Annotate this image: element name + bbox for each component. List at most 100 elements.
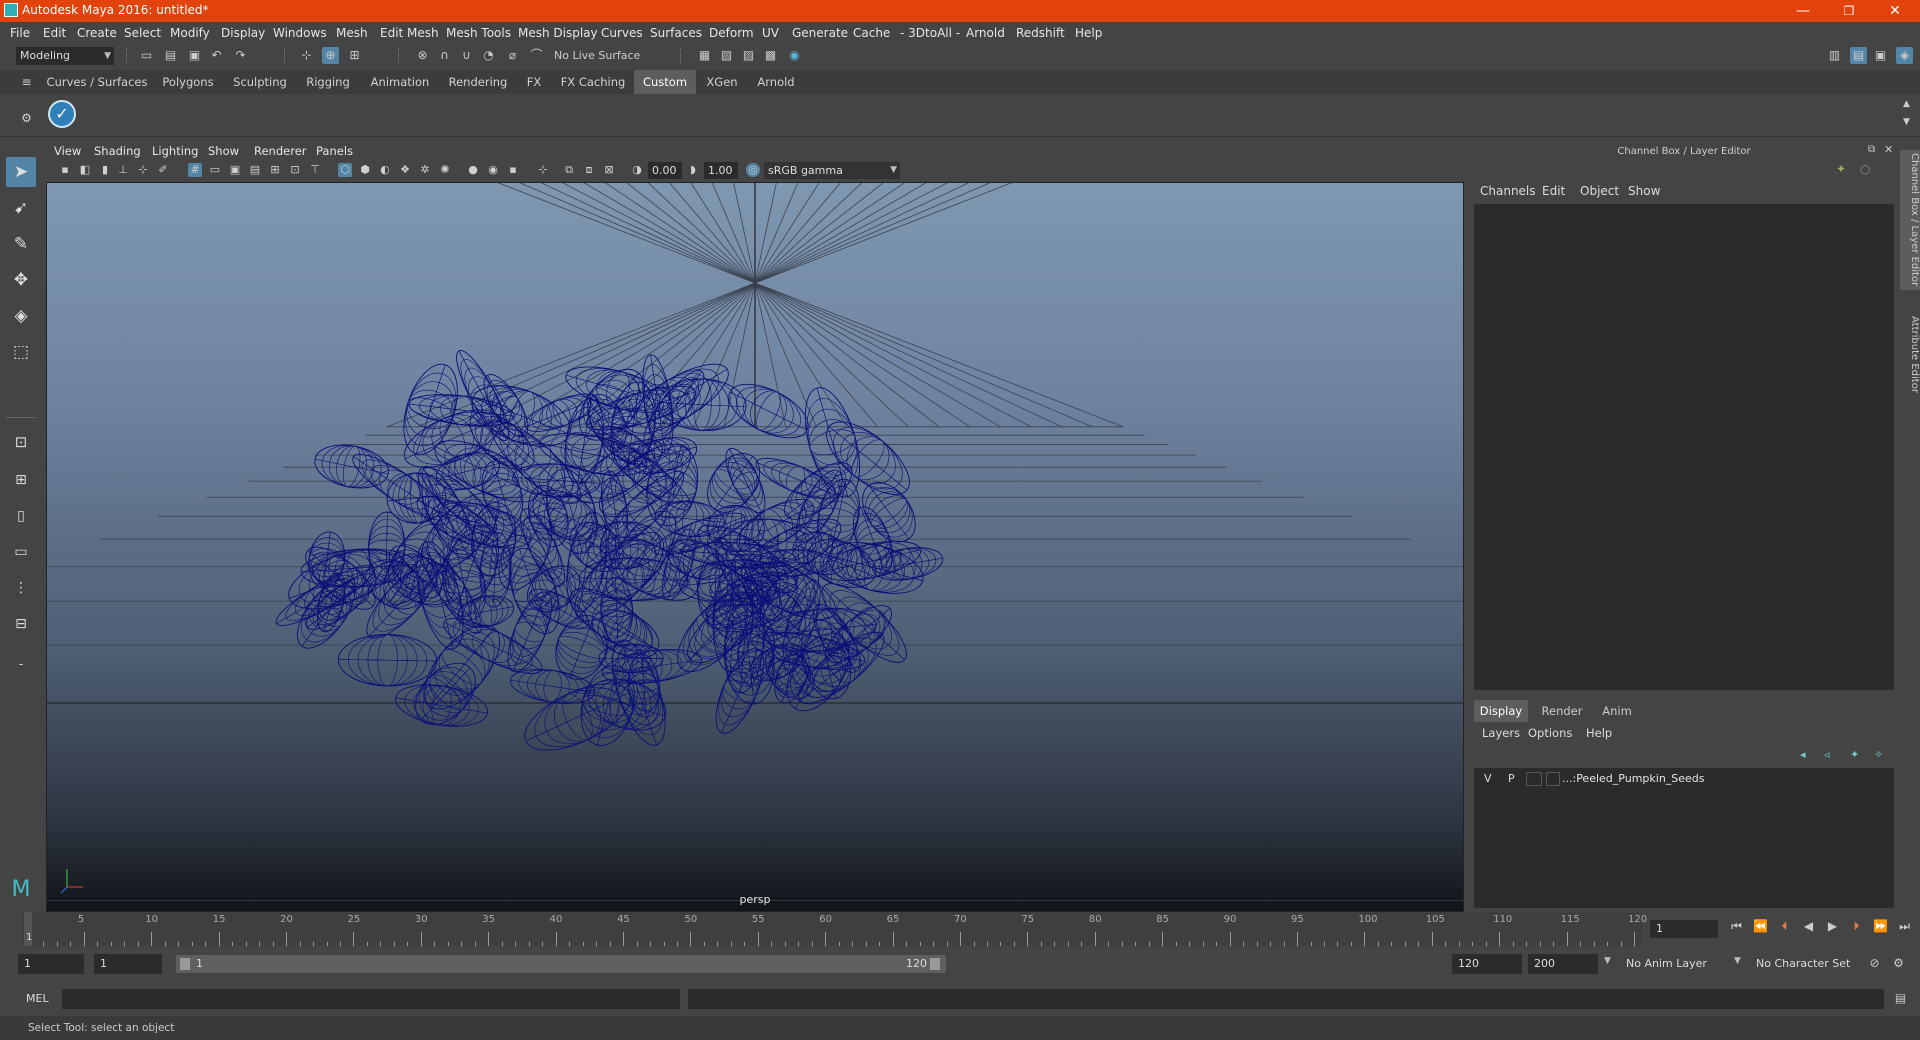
exposure-field[interactable]: 0.00 — [648, 162, 682, 179]
layer-options-menu[interactable]: Options — [1528, 726, 1572, 740]
attribute-editor-toggle-icon[interactable]: ◈ — [1896, 47, 1913, 64]
image-plane-icon[interactable]: ⊥ — [116, 163, 130, 177]
exposure-icon[interactable]: ◑ — [630, 163, 644, 177]
viewport-menu-panels[interactable]: Panels — [316, 144, 353, 158]
render-view-icon[interactable]: ▦ — [696, 47, 713, 64]
save-scene-icon[interactable]: ▣ — [186, 47, 203, 64]
layout-options-icon[interactable]: - — [6, 649, 36, 679]
grid-toggle-icon[interactable]: # — [188, 163, 202, 177]
menu-file[interactable]: File — [10, 26, 30, 40]
select-component-icon[interactable]: ⊞ — [346, 47, 363, 64]
shelf-options-icon[interactable]: ⚙ — [18, 110, 35, 127]
go-to-start-icon[interactable]: ⏮ — [1728, 918, 1745, 935]
menu-display[interactable]: Display — [221, 26, 265, 40]
side-tab-attribute-editor[interactable]: Attribute Editor — [1900, 304, 1920, 404]
menu-mesh-display[interactable]: Mesh Display — [518, 26, 598, 40]
menu-3dtoall[interactable]: - 3DtoAll - — [900, 26, 960, 40]
layer-row[interactable]: V P ...:Peeled_Pumpkin_Seeds — [1474, 770, 1894, 788]
tab-rendering[interactable]: Rendering — [442, 70, 514, 94]
snap-view-icon[interactable]: ◔ — [480, 47, 497, 64]
render-current-icon[interactable]: ▧ — [718, 47, 735, 64]
command-input[interactable] — [62, 989, 680, 1009]
hypershade-icon[interactable]: ◉ — [786, 47, 803, 64]
use-all-lights-icon[interactable]: ✲ — [418, 163, 432, 177]
camera-attributes-icon[interactable]: ◧ — [78, 163, 92, 177]
character-set-dropdown[interactable]: No Character Set — [1750, 954, 1864, 974]
paint-select-tool-icon[interactable]: ✎ — [6, 229, 36, 259]
tab-arnold[interactable]: Arnold — [748, 70, 804, 94]
layer-playback-toggle[interactable]: P — [1508, 772, 1515, 785]
single-perspective-layout-icon[interactable]: ⊡ — [6, 427, 36, 457]
new-scene-icon[interactable]: ▭ — [138, 47, 155, 64]
color-space-dropdown[interactable]: sRGB gamma ▼ — [764, 162, 900, 179]
grease-pencil-icon[interactable]: ✐ — [156, 163, 170, 177]
xray-icon[interactable]: ● — [466, 163, 480, 177]
menu-modify[interactable]: Modify — [170, 26, 210, 40]
move-tool-icon[interactable]: ✥ — [6, 265, 36, 295]
four-view-layout-icon[interactable]: ⊞ — [6, 465, 36, 495]
chevron-down-icon[interactable]: ▼ — [1734, 956, 1741, 966]
rotate-tool-icon[interactable]: ◈ — [6, 301, 36, 331]
shadows-icon[interactable]: ✺ — [438, 163, 452, 177]
channels-menu[interactable]: Channels — [1480, 184, 1536, 198]
shelf-menu-icon[interactable]: ≡ — [18, 74, 35, 91]
color-management-icon[interactable]: ◎ — [746, 163, 760, 177]
layer-display-type[interactable] — [1526, 772, 1542, 786]
gamma-field[interactable]: 1.00 — [704, 162, 738, 179]
channel-edit-menu[interactable]: Edit — [1542, 184, 1565, 198]
menu-help[interactable]: Help — [1075, 26, 1102, 40]
tab-custom[interactable]: Custom — [634, 70, 696, 94]
workspace-icon[interactable]: ▥ — [1826, 47, 1843, 64]
menu-mesh-tools[interactable]: Mesh Tools — [446, 26, 511, 40]
playback-end-field[interactable]: 120 — [1452, 954, 1522, 974]
layers-menu[interactable]: Layers — [1482, 726, 1520, 740]
bookmark-icon[interactable]: ▮ — [98, 163, 112, 177]
tab-sculpting[interactable]: Sculpting — [226, 70, 294, 94]
menu-windows[interactable]: Windows — [273, 26, 327, 40]
menu-edit-mesh[interactable]: Edit Mesh — [380, 26, 439, 40]
lasso-tool-icon[interactable]: ➹ — [6, 193, 36, 223]
go-to-end-icon[interactable]: ⏭ — [1896, 918, 1913, 935]
menu-edit[interactable]: Edit — [43, 26, 66, 40]
menu-curves[interactable]: Curves — [601, 26, 643, 40]
persp-hypershade-layout-icon[interactable]: ⋮ — [6, 573, 36, 603]
step-back-frame-icon[interactable]: ⏴ — [1776, 918, 1793, 935]
menu-cache[interactable]: Cache — [853, 26, 890, 40]
close-button[interactable]: ✕ — [1872, 0, 1918, 22]
tab-polygons[interactable]: Polygons — [152, 70, 224, 94]
tab-xgen[interactable]: XGen — [700, 70, 744, 94]
shelf-scroll-up-icon[interactable]: ▲ — [1898, 96, 1915, 113]
safe-title-icon[interactable]: ⊤ — [308, 163, 322, 177]
tab-rigging[interactable]: Rigging — [298, 70, 358, 94]
restore-button[interactable]: ❐ — [1826, 0, 1872, 22]
new-layer-icon[interactable]: ✦ — [1850, 748, 1859, 761]
menu-uv[interactable]: UV — [762, 26, 779, 40]
layer-tab-anim[interactable]: Anim — [1594, 700, 1640, 722]
multisample-icon[interactable]: ⧈ — [582, 163, 596, 177]
checkmark-shelf-icon[interactable]: ✓ — [48, 100, 76, 128]
layer-help-menu[interactable]: Help — [1586, 726, 1612, 740]
persp-graph-layout-icon[interactable]: ▭ — [6, 537, 36, 567]
snap-point-icon[interactable]: ∪ — [458, 47, 475, 64]
anim-layer-dropdown[interactable]: No Anim Layer — [1620, 954, 1726, 974]
channel-show-menu[interactable]: Show — [1628, 184, 1660, 198]
wireframe-on-shaded-icon[interactable]: ◐ — [378, 163, 392, 177]
layer-tab-render[interactable]: Render — [1534, 700, 1590, 722]
viewport-menu-view[interactable]: View — [54, 144, 81, 158]
menu-deform[interactable]: Deform — [709, 26, 754, 40]
tab-fx-caching[interactable]: FX Caching — [554, 70, 632, 94]
viewport-menu-lighting[interactable]: Lighting — [152, 144, 198, 158]
viewport-menu-renderer[interactable]: Renderer — [254, 144, 307, 158]
step-forward-frame-icon[interactable]: ⏵ — [1848, 918, 1865, 935]
scale-tool-icon[interactable]: ⬚ — [6, 337, 36, 367]
script-editor-icon[interactable]: ▤ — [1892, 990, 1909, 1007]
select-camera-icon[interactable]: ▪ — [58, 163, 72, 177]
motion-blur-icon[interactable]: ⧉ — [562, 163, 576, 177]
layer-tab-display[interactable]: Display — [1474, 700, 1528, 722]
persp-outliner-layout-icon[interactable]: ▯ — [6, 501, 36, 531]
close-panel-icon[interactable]: ✕ — [1884, 143, 1893, 156]
menu-redshift[interactable]: Redshift — [1016, 26, 1065, 40]
select-object-icon[interactable]: ⊕ — [322, 47, 339, 64]
textured-icon[interactable]: ❖ — [398, 163, 412, 177]
perspective-viewport[interactable]: persp — [46, 182, 1464, 912]
